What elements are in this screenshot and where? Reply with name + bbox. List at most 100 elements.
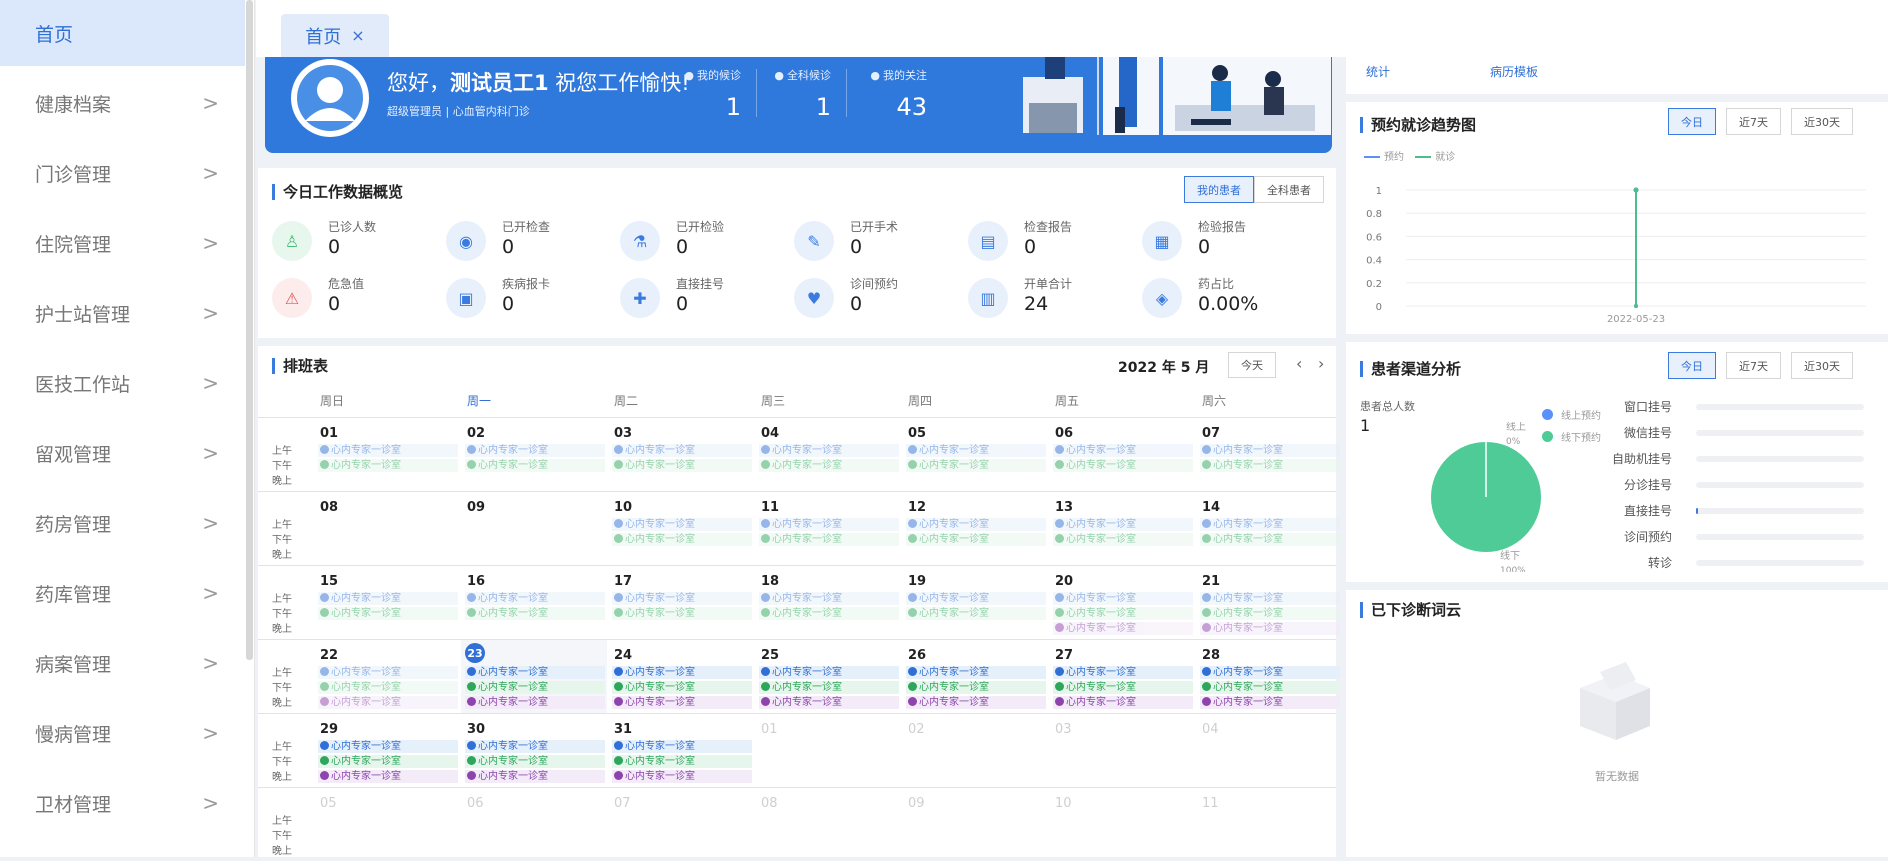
schedule-entry[interactable]: 心内专家一诊室 — [318, 770, 458, 783]
schedule-entry[interactable]: 心内专家一诊室 — [318, 607, 458, 620]
schedule-entry[interactable]: 心内专家一诊室 — [318, 666, 458, 679]
schedule-entry[interactable]: 心内专家一诊室 — [612, 696, 752, 709]
overview-item[interactable]: ◈ 药占比 0.00% — [1142, 275, 1312, 325]
schedule-entry[interactable]: 心内专家一诊室 — [759, 696, 899, 709]
trend-range-30d[interactable]: 近30天 — [1791, 108, 1853, 135]
schedule-entry[interactable]: 心内专家一诊室 — [1200, 459, 1340, 472]
schedule-entry[interactable]: 心内专家一诊室 — [1200, 696, 1340, 709]
schedule-entry[interactable]: 心内专家一诊室 — [612, 518, 752, 531]
stats-link[interactable]: 统计 — [1366, 63, 1390, 80]
schedule-entry[interactable]: 心内专家一诊室 — [906, 607, 1046, 620]
calendar-day[interactable]: 31 — [614, 722, 632, 737]
schedule-entry[interactable]: 心内专家一诊室 — [1053, 666, 1193, 679]
schedule-entry[interactable]: 心内专家一诊室 — [1053, 681, 1193, 694]
sidebar-item-10[interactable]: 慢病管理 > — [0, 700, 245, 766]
sidebar-item-9[interactable]: 病案管理 > — [0, 630, 245, 696]
schedule-entry[interactable]: 心内专家一诊室 — [612, 607, 752, 620]
schedule-entry[interactable]: 心内专家一诊室 — [1053, 607, 1193, 620]
schedule-entry[interactable]: 心内专家一诊室 — [318, 696, 458, 709]
schedule-entry[interactable]: 心内专家一诊室 — [612, 755, 752, 768]
schedule-entry[interactable]: 心内专家一诊室 — [465, 770, 605, 783]
sidebar-item-11[interactable]: 卫材管理 > — [0, 770, 245, 836]
schedule-entry[interactable]: 心内专家一诊室 — [759, 607, 899, 620]
calendar-day[interactable]: 01 — [320, 426, 338, 441]
calendar-day[interactable]: 22 — [320, 648, 338, 663]
sidebar-item-1[interactable]: 健康档案 > — [0, 70, 245, 136]
calendar-day[interactable]: 04 — [1202, 722, 1219, 737]
tab-home[interactable]: 首页 × — [281, 14, 389, 57]
avatar[interactable] — [291, 59, 369, 137]
calendar-day[interactable]: 09 — [467, 500, 485, 515]
overview-item[interactable]: ▣ 疾病报卡 0 — [446, 275, 616, 325]
calendar-day[interactable]: 21 — [1202, 574, 1220, 589]
schedule-entry[interactable]: 心内专家一诊室 — [1053, 533, 1193, 546]
overview-item[interactable]: ✎ 已开手术 0 — [794, 218, 964, 268]
schedule-entry[interactable]: 心内专家一诊室 — [612, 740, 752, 753]
calendar-day[interactable]: 06 — [467, 796, 484, 811]
next-month-button[interactable]: › — [1318, 354, 1324, 373]
overview-item[interactable]: ✚ 直接挂号 0 — [620, 275, 790, 325]
my-patients-toggle[interactable]: 我的患者 — [1184, 176, 1254, 203]
calendar-day[interactable]: 24 — [614, 648, 632, 663]
schedule-entry[interactable]: 心内专家一诊室 — [465, 666, 605, 679]
schedule-entry[interactable]: 心内专家一诊室 — [1200, 444, 1340, 457]
calendar-day[interactable]: 30 — [467, 722, 485, 737]
calendar-day[interactable]: 08 — [320, 500, 338, 515]
calendar-day[interactable]: 03 — [614, 426, 632, 441]
calendar-day[interactable]: 01 — [761, 722, 778, 737]
calendar-day[interactable]: 14 — [1202, 500, 1220, 515]
schedule-entry[interactable]: 心内专家一诊室 — [1053, 444, 1193, 457]
schedule-entry[interactable]: 心内专家一诊室 — [1200, 681, 1340, 694]
calendar-day[interactable]: 11 — [1202, 796, 1219, 811]
schedule-entry[interactable]: 心内专家一诊室 — [1053, 622, 1193, 635]
overview-item[interactable]: ♙ 已诊人数 0 — [272, 218, 442, 268]
calendar-day[interactable]: 02 — [467, 426, 485, 441]
schedule-entry[interactable]: 心内专家一诊室 — [465, 696, 605, 709]
all-patients-toggle[interactable]: 全科患者 — [1254, 176, 1324, 203]
calendar-day[interactable]: 19 — [908, 574, 926, 589]
trend-range-7d[interactable]: 近7天 — [1726, 108, 1781, 135]
schedule-entry[interactable]: 心内专家一诊室 — [1053, 696, 1193, 709]
calendar-day[interactable]: 13 — [1055, 500, 1073, 515]
schedule-entry[interactable]: 心内专家一诊室 — [612, 666, 752, 679]
schedule-entry[interactable]: 心内专家一诊室 — [906, 592, 1046, 605]
schedule-entry[interactable]: 心内专家一诊室 — [1200, 622, 1340, 635]
schedule-entry[interactable]: 心内专家一诊室 — [759, 518, 899, 531]
calendar-day[interactable]: 20 — [1055, 574, 1073, 589]
channel-range-today[interactable]: 今日 — [1668, 352, 1716, 379]
close-icon[interactable]: × — [351, 26, 364, 45]
schedule-entry[interactable]: 心内专家一诊室 — [759, 666, 899, 679]
sidebar-item-0[interactable]: 首页 — [0, 0, 245, 66]
sidebar-item-6[interactable]: 留观管理 > — [0, 420, 245, 486]
calendar-day[interactable]: 04 — [761, 426, 779, 441]
schedule-entry[interactable]: 心内专家一诊室 — [759, 592, 899, 605]
calendar-day[interactable]: 05 — [320, 796, 337, 811]
schedule-entry[interactable]: 心内专家一诊室 — [906, 696, 1046, 709]
schedule-entry[interactable]: 心内专家一诊室 — [318, 681, 458, 694]
calendar-day[interactable]: 05 — [908, 426, 926, 441]
overview-item[interactable]: ⚗ 已开检验 0 — [620, 218, 790, 268]
schedule-entry[interactable]: 心内专家一诊室 — [759, 444, 899, 457]
calendar-day[interactable]: 15 — [320, 574, 338, 589]
calendar-day[interactable]: 09 — [908, 796, 925, 811]
calendar-day[interactable]: 23 — [465, 643, 485, 663]
schedule-entry[interactable]: 心内专家一诊室 — [759, 533, 899, 546]
schedule-entry[interactable]: 心内专家一诊室 — [1200, 666, 1340, 679]
sidebar-item-3[interactable]: 住院管理 > — [0, 210, 245, 276]
overview-item[interactable]: ◉ 已开检查 0 — [446, 218, 616, 268]
channel-range-30d[interactable]: 近30天 — [1791, 352, 1853, 379]
schedule-entry[interactable]: 心内专家一诊室 — [906, 533, 1046, 546]
schedule-entry[interactable]: 心内专家一诊室 — [465, 607, 605, 620]
schedule-entry[interactable]: 心内专家一诊室 — [759, 681, 899, 694]
schedule-entry[interactable]: 心内专家一诊室 — [318, 444, 458, 457]
schedule-entry[interactable]: 心内专家一诊室 — [318, 755, 458, 768]
calendar-day[interactable]: 29 — [320, 722, 338, 737]
prev-month-button[interactable]: ‹ — [1296, 354, 1302, 373]
sidebar-item-8[interactable]: 药库管理 > — [0, 560, 245, 626]
calendar-day[interactable]: 03 — [1055, 722, 1072, 737]
calendar-day[interactable]: 18 — [761, 574, 779, 589]
calendar-day[interactable]: 12 — [908, 500, 926, 515]
schedule-entry[interactable]: 心内专家一诊室 — [906, 666, 1046, 679]
overview-item[interactable]: ▦ 检验报告 0 — [1142, 218, 1312, 268]
schedule-entry[interactable]: 心内专家一诊室 — [906, 518, 1046, 531]
